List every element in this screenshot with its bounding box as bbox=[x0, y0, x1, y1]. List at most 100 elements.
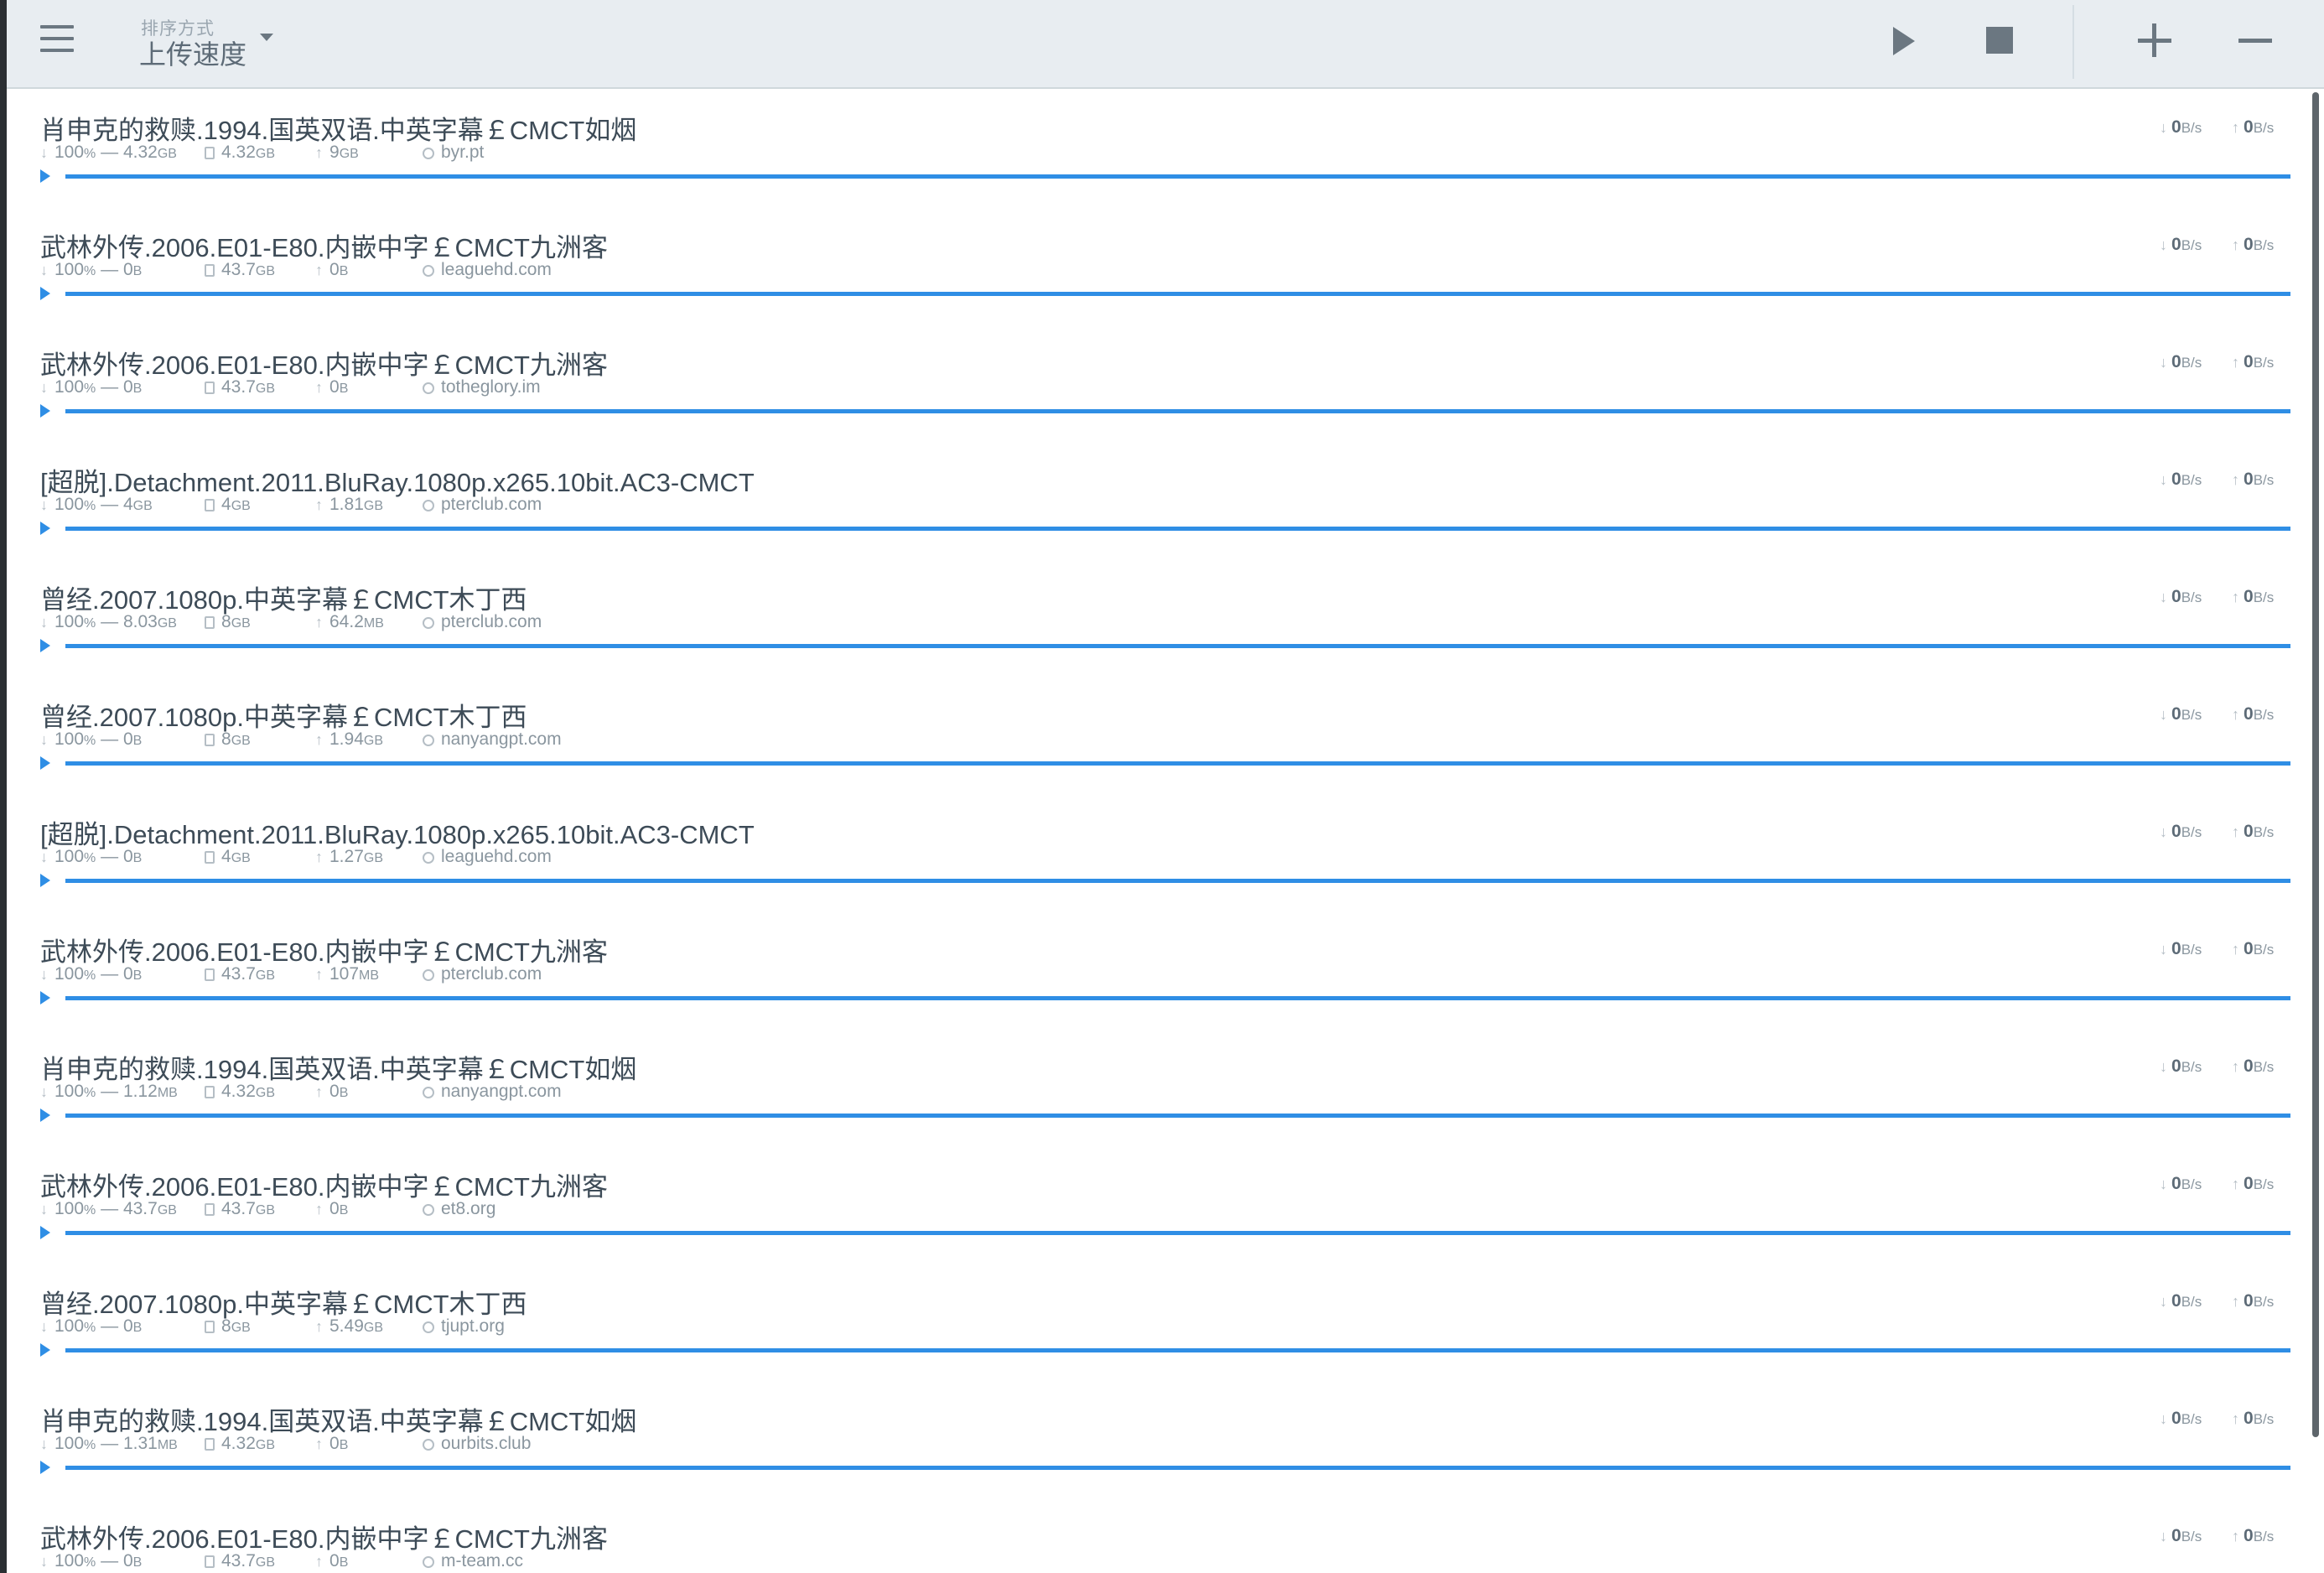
torrent-row[interactable]: 武林外传.2006.E01-E80.内嵌中字￡CMCT九洲客 ↓ 100% — 43… bbox=[7, 1145, 2307, 1263]
done-percent: 100 bbox=[54, 143, 85, 162]
torrent-tracker: leaguehd.com bbox=[423, 260, 552, 280]
uploaded-unit: GB bbox=[363, 851, 383, 865]
uploaded-unit: B bbox=[339, 1555, 349, 1570]
file-icon bbox=[205, 147, 215, 159]
size-unit: GB bbox=[255, 1203, 275, 1217]
torrent-tracker: tjupt.org bbox=[423, 1316, 505, 1337]
torrent-row[interactable]: 武林外传.2006.E01-E80.内嵌中字￡CMCT九洲客 ↓ 100% — 0B… bbox=[7, 206, 2307, 324]
separator: — bbox=[96, 260, 123, 279]
torrent-done: ↓ 100% — 0B bbox=[40, 1316, 142, 1337]
download-rate: ↓ 0B/s bbox=[2160, 352, 2202, 372]
download-arrow-icon: ↓ bbox=[2160, 1176, 2172, 1192]
add-torrent-button[interactable] bbox=[2123, 0, 2187, 87]
size-value: 4.32 bbox=[221, 143, 256, 162]
torrent-row[interactable]: 武林外传.2006.E01-E80.内嵌中字￡CMCT九洲客 ↓ 100% — 0B… bbox=[7, 1498, 2307, 1573]
download-rate: ↓ 0B/s bbox=[2160, 235, 2202, 255]
torrent-row[interactable]: 曾经.2007.1080p.中英字幕￡CMCT木丁西 ↓ 100% — 0B 8GB ↑… bbox=[7, 676, 2307, 793]
uploaded-value: 0 bbox=[329, 1199, 340, 1218]
start-torrent-icon[interactable] bbox=[40, 169, 50, 183]
torrent-done: ↓ 100% — 0B bbox=[40, 729, 142, 750]
separator: — bbox=[96, 1199, 123, 1218]
remaining-value: 8.03 bbox=[122, 612, 158, 631]
upload-rate: ↑ 0B/s bbox=[2232, 352, 2274, 372]
torrent-name: 曾经.2007.1080p.中英字幕￡CMCT木丁西 bbox=[40, 703, 527, 732]
upload-rate-value: 0 bbox=[2244, 352, 2254, 371]
size-unit: GB bbox=[231, 734, 251, 748]
start-torrent-icon[interactable] bbox=[40, 991, 50, 1005]
remaining-unit: B bbox=[132, 851, 143, 865]
progress-bar bbox=[65, 644, 2290, 648]
torrent-row[interactable]: 武林外传.2006.E01-E80.内嵌中字￡CMCT九洲客 ↓ 100% — 0B… bbox=[7, 324, 2307, 441]
torrent-size: 4.32GB bbox=[205, 1082, 275, 1102]
tracker-name: pterclub.com bbox=[441, 964, 542, 984]
upload-arrow-icon: ↑ bbox=[2232, 471, 2244, 488]
download-rate: ↓ 0B/s bbox=[2160, 1291, 2202, 1311]
separator: — bbox=[96, 1316, 123, 1336]
download-rate-value: 0 bbox=[2171, 352, 2181, 371]
torrent-row[interactable]: [超脱].Detachment.2011.BluRay.1080p.x265.1… bbox=[7, 793, 2307, 911]
rate-unit: B/s bbox=[2253, 1176, 2275, 1192]
remaining-value: 0 bbox=[122, 729, 133, 749]
torrent-row[interactable]: 肖申克的救赎.1994.国英双语.中英字幕￡CMCT如烟 ↓ 100% — 1.31… bbox=[7, 1380, 2307, 1498]
start-torrent-icon[interactable] bbox=[40, 756, 50, 770]
hamburger-menu-icon[interactable] bbox=[40, 25, 74, 55]
remaining-value: 0 bbox=[122, 1551, 133, 1570]
size-unit: GB bbox=[255, 147, 275, 161]
progress-fill bbox=[65, 174, 2290, 179]
start-torrent-icon[interactable] bbox=[40, 1461, 50, 1474]
rate-unit: B/s bbox=[2181, 589, 2202, 605]
stop-button[interactable] bbox=[1969, 0, 2032, 87]
torrent-row[interactable]: 曾经.2007.1080p.中英字幕￡CMCT木丁西 ↓ 100% — 8.03GB… bbox=[7, 558, 2307, 676]
uploaded-unit: MB bbox=[359, 968, 380, 983]
start-torrent-icon[interactable] bbox=[40, 287, 50, 300]
remaining-value: 4.32 bbox=[122, 143, 158, 162]
play-icon bbox=[1893, 27, 1915, 55]
uploaded-value: 5.49 bbox=[329, 1316, 364, 1336]
sort-dropdown[interactable]: 排序方式 上传速度 bbox=[132, 15, 283, 70]
torrent-row[interactable]: 肖申克的救赎.1994.国英双语.中英字幕￡CMCT如烟 ↓ 100% — 4.32… bbox=[7, 89, 2307, 206]
start-torrent-icon[interactable] bbox=[40, 874, 50, 887]
download-arrow-icon: ↓ bbox=[40, 144, 48, 161]
upload-rate-value: 0 bbox=[2244, 587, 2254, 606]
torrent-done: ↓ 100% — 0B bbox=[40, 1551, 142, 1571]
scrollbar[interactable] bbox=[2307, 89, 2324, 1573]
uploaded-value: 1.81 bbox=[329, 495, 364, 514]
remaining-unit: B bbox=[132, 1321, 143, 1335]
start-torrent-icon[interactable] bbox=[40, 1343, 50, 1357]
done-unit: % bbox=[84, 851, 96, 865]
remaining-value: 0 bbox=[122, 377, 133, 397]
torrent-row[interactable]: 曾经.2007.1080p.中英字幕￡CMCT木丁西 ↓ 100% — 0B 8GB ↑… bbox=[7, 1263, 2307, 1380]
done-percent: 100 bbox=[54, 1551, 85, 1570]
scrollbar-thumb[interactable] bbox=[2312, 92, 2319, 1437]
start-torrent-icon[interactable] bbox=[40, 404, 50, 418]
minus-icon bbox=[2238, 39, 2272, 43]
download-rate-value: 0 bbox=[2171, 822, 2181, 841]
torrent-row[interactable]: 肖申克的救赎.1994.国英双语.中英字幕￡CMCT如烟 ↓ 100% — 1.12… bbox=[7, 1028, 2307, 1145]
sort-value: 上传速度 bbox=[139, 39, 247, 70]
file-icon bbox=[205, 1086, 215, 1098]
torrent-row[interactable]: [超脱].Detachment.2011.BluRay.1080p.x265.1… bbox=[7, 441, 2307, 558]
start-torrent-icon[interactable] bbox=[40, 522, 50, 535]
done-unit: % bbox=[84, 499, 96, 513]
done-percent: 100 bbox=[54, 964, 85, 984]
torrent-name: 武林外传.2006.E01-E80.内嵌中字￡CMCT九洲客 bbox=[40, 233, 608, 262]
remove-torrent-button[interactable] bbox=[2223, 0, 2287, 87]
torrent-size: 43.7GB bbox=[205, 260, 275, 280]
download-arrow-icon: ↓ bbox=[40, 379, 48, 396]
rate-unit: B/s bbox=[2253, 355, 2275, 371]
download-rate: ↓ 0B/s bbox=[2160, 1409, 2202, 1429]
file-icon bbox=[205, 616, 215, 629]
torrent-tracker: byr.pt bbox=[423, 143, 484, 163]
rate-unit: B/s bbox=[2253, 120, 2275, 136]
download-rate: ↓ 0B/s bbox=[2160, 1526, 2202, 1546]
start-torrent-icon[interactable] bbox=[40, 1108, 50, 1122]
toolbar-divider bbox=[2072, 5, 2074, 79]
start-torrent-icon[interactable] bbox=[40, 1226, 50, 1239]
size-value: 43.7 bbox=[221, 1199, 256, 1218]
start-torrent-icon[interactable] bbox=[40, 639, 50, 652]
upload-arrow-icon: ↑ bbox=[2232, 1176, 2244, 1192]
start-button[interactable] bbox=[1870, 0, 1933, 87]
globe-icon bbox=[423, 735, 434, 746]
torrent-row[interactable]: 武林外传.2006.E01-E80.内嵌中字￡CMCT九洲客 ↓ 100% — 0B… bbox=[7, 911, 2307, 1028]
upload-rate-value: 0 bbox=[2244, 822, 2254, 841]
